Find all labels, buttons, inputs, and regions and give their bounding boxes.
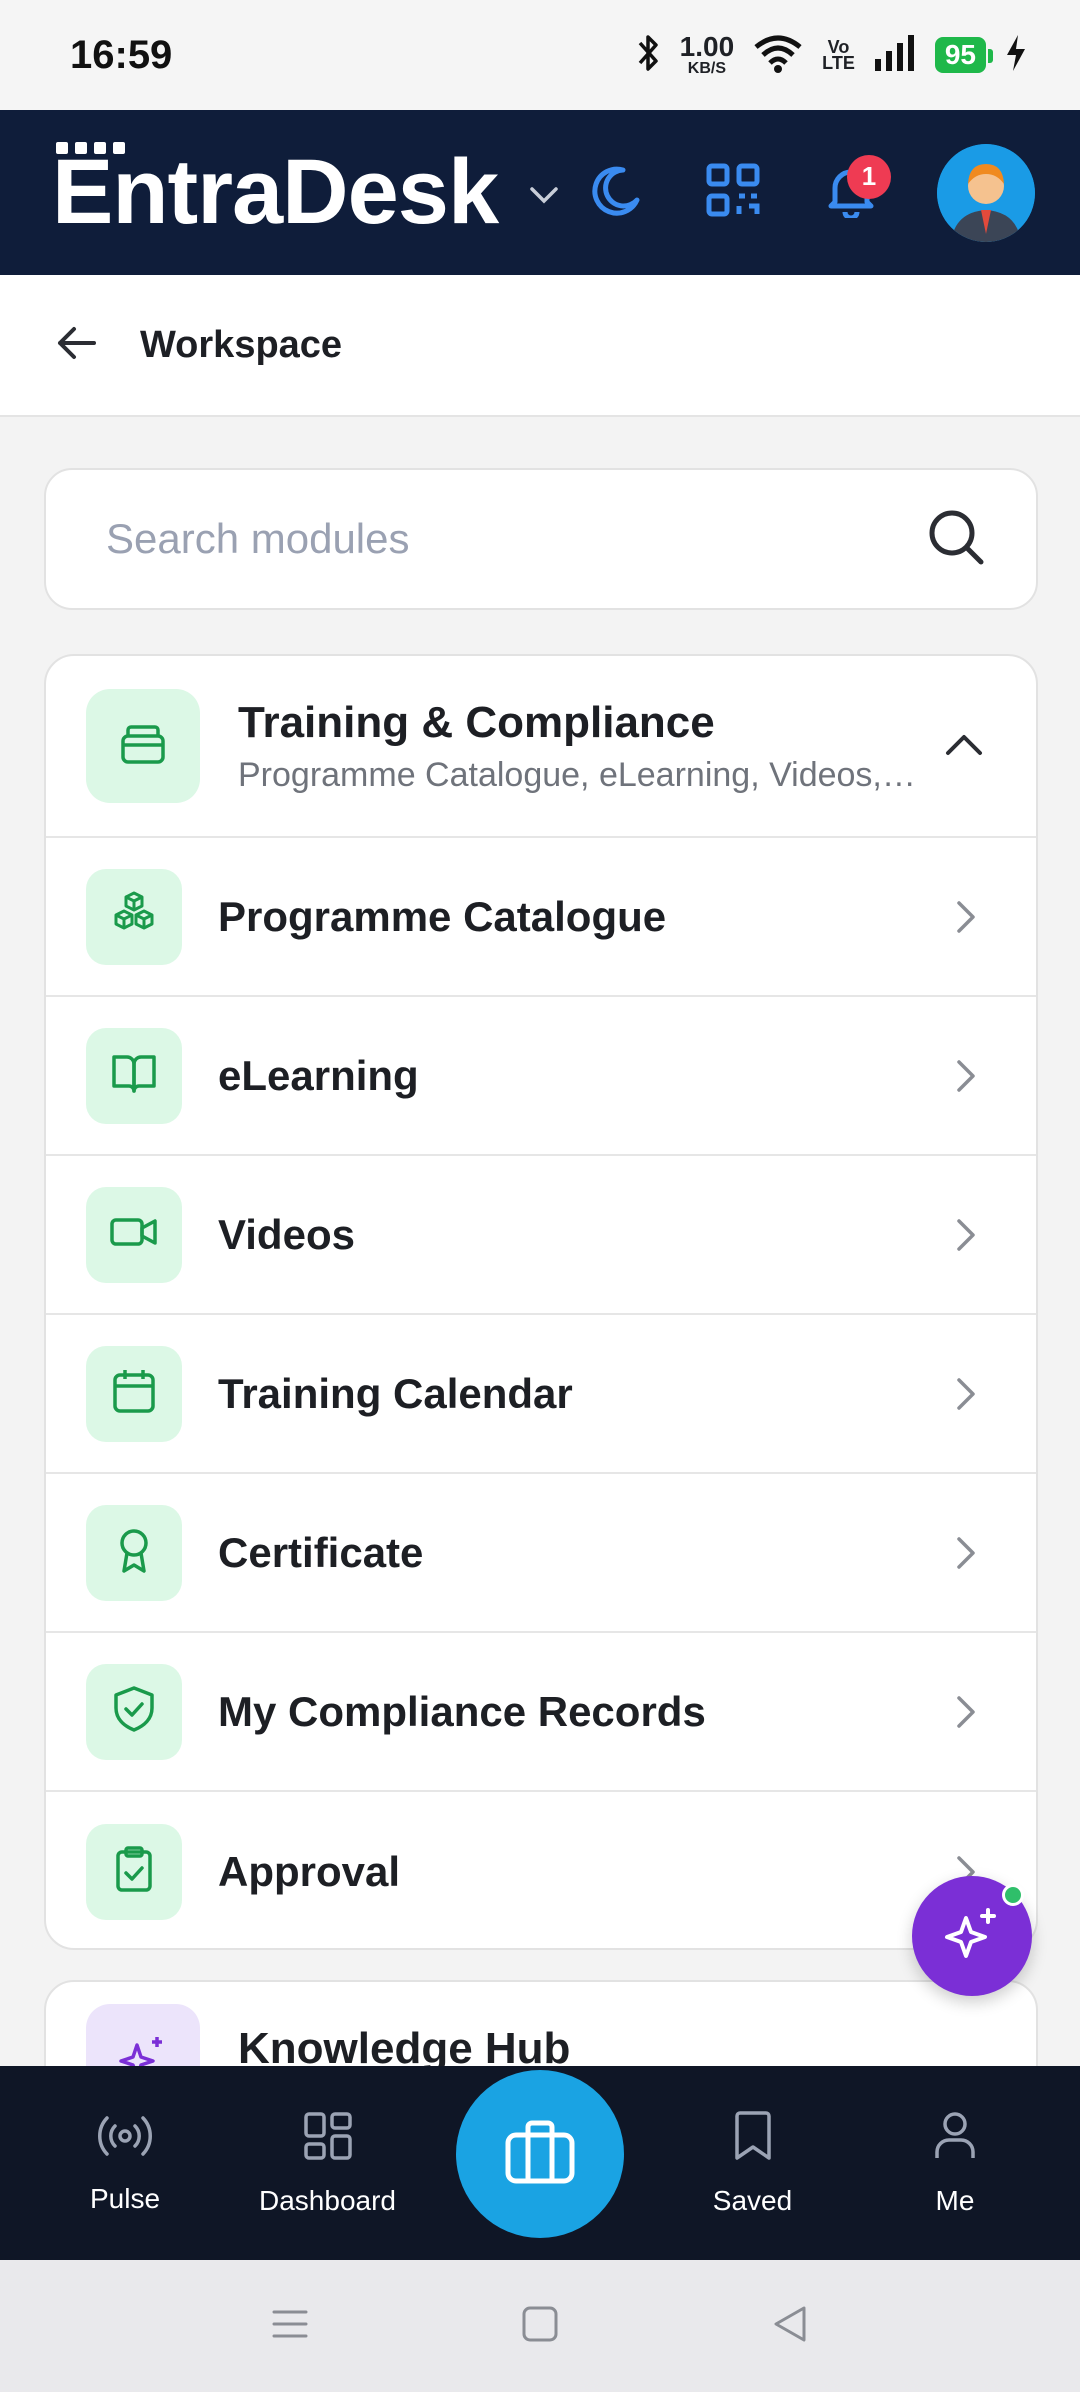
- subheader: Workspace: [0, 275, 1080, 417]
- module-section-training-compliance: Training & Compliance Programme Catalogu…: [44, 654, 1038, 1950]
- calendar-icon: [109, 1366, 159, 1421]
- notifications-button[interactable]: 1: [819, 154, 891, 225]
- grid-icon: [302, 2110, 354, 2167]
- book-icon: [109, 1048, 159, 1103]
- section-title: Training & Compliance: [238, 697, 715, 747]
- status-time: 16:59: [70, 32, 173, 77]
- battery-indicator: 95: [934, 37, 994, 73]
- module-item-label: Videos: [218, 1210, 355, 1258]
- bluetooth-icon: [636, 33, 662, 78]
- nav-item-saved[interactable]: Saved: [668, 2110, 838, 2217]
- module-item-label: Training Calendar: [218, 1369, 573, 1417]
- section-header[interactable]: Training & Compliance Programme Catalogu…: [46, 656, 1036, 838]
- charging-icon: [1004, 33, 1028, 78]
- brand-name: EntraDesk: [52, 141, 499, 243]
- video-icon: [108, 1207, 160, 1262]
- nav-label: Me: [935, 2184, 975, 2216]
- award-icon: [109, 1525, 159, 1580]
- page-title: Workspace: [140, 323, 343, 366]
- section-icon: [86, 689, 200, 803]
- system-navigation-bar: [0, 2260, 1080, 2392]
- briefcase-icon: [502, 2117, 578, 2192]
- wifi-icon: [752, 33, 804, 78]
- module-item-label: Certificate: [218, 1528, 424, 1576]
- chevron-down-icon: [526, 183, 562, 212]
- module-item-certificate[interactable]: Certificate: [46, 1474, 1036, 1633]
- module-item-my-compliance-records[interactable]: My Compliance Records: [46, 1633, 1036, 1792]
- signal-icon: [873, 34, 917, 76]
- search-input[interactable]: [106, 515, 926, 563]
- moon-icon: [587, 162, 643, 223]
- module-item-elearning[interactable]: eLearning: [46, 997, 1036, 1156]
- status-icons: 1.00 KB/S Vo LTE 95: [636, 33, 1028, 78]
- broadcast-icon: [97, 2112, 153, 2165]
- module-item-label: Programme Catalogue: [218, 892, 667, 940]
- nav-label: Dashboard: [259, 2184, 396, 2216]
- app-header: EntraDesk 1: [0, 110, 1080, 275]
- cubes-icon: [109, 889, 159, 944]
- module-item-training-calendar[interactable]: Training Calendar: [46, 1315, 1036, 1474]
- search-bar: [44, 468, 1038, 610]
- search-icon[interactable]: [926, 507, 986, 572]
- user-icon: [931, 2110, 979, 2167]
- ai-assistant-button[interactable]: [912, 1876, 1032, 1996]
- module-item-videos[interactable]: Videos: [46, 1156, 1036, 1315]
- chevron-right-icon: [946, 1056, 986, 1096]
- home-square-icon[interactable]: [520, 2304, 560, 2349]
- back-button[interactable]: [52, 321, 100, 369]
- brand-logo-dots: [56, 142, 125, 154]
- brand-switcher[interactable]: EntraDesk: [52, 140, 562, 245]
- network-speed: 1.00 KB/S: [679, 31, 735, 77]
- volte-indicator: Vo LTE: [822, 36, 855, 73]
- module-item-approval[interactable]: Approval: [46, 1792, 1036, 1948]
- module-item-label: My Compliance Records: [218, 1687, 706, 1735]
- chevron-right-icon: [946, 897, 986, 937]
- module-item-programme-catalogue[interactable]: Programme Catalogue: [46, 838, 1036, 997]
- module-item-label: Approval: [218, 1847, 401, 1895]
- nav-item-me[interactable]: Me: [870, 2110, 1040, 2217]
- nav-label: Saved: [712, 2184, 793, 2216]
- notification-badge: 1: [847, 154, 891, 199]
- theme-toggle-button[interactable]: [583, 161, 647, 225]
- archive-icon: [117, 718, 169, 775]
- chevron-right-icon: [946, 1374, 986, 1414]
- chevron-up-icon: [944, 731, 984, 762]
- sparkle-icon: [940, 1902, 1004, 1971]
- module-item-label: eLearning: [218, 1051, 419, 1099]
- shield-check-icon: [109, 1684, 159, 1739]
- arrow-left-icon: [56, 325, 96, 366]
- nav-item-dashboard[interactable]: Dashboard: [243, 2110, 413, 2217]
- section-subtitle: Programme Catalogue, eLearning, Videos, …: [238, 755, 918, 794]
- clipboard-check-icon: [109, 1844, 159, 1899]
- back-triangle-icon[interactable]: [770, 2304, 810, 2349]
- nav-item-pulse[interactable]: Pulse: [40, 2112, 210, 2215]
- avatar[interactable]: [937, 143, 1035, 242]
- bottom-navigation: Pulse Dashboard Saved Me: [0, 2066, 1080, 2260]
- chevron-right-icon: [946, 1215, 986, 1255]
- collapse-button[interactable]: [940, 722, 988, 770]
- chevron-right-icon: [946, 1692, 986, 1732]
- qr-code-icon: [705, 162, 761, 223]
- status-bar: 16:59 1.00 KB/S Vo LTE 95: [0, 0, 1080, 110]
- qr-scan-button[interactable]: [701, 161, 765, 225]
- chevron-right-icon: [946, 1533, 986, 1573]
- nav-label: Pulse: [89, 2182, 161, 2214]
- bookmark-icon: [731, 2110, 775, 2167]
- online-status-dot: [1002, 1884, 1024, 1906]
- workspace-center-button[interactable]: [456, 2070, 624, 2238]
- menu-icon[interactable]: [270, 2306, 310, 2347]
